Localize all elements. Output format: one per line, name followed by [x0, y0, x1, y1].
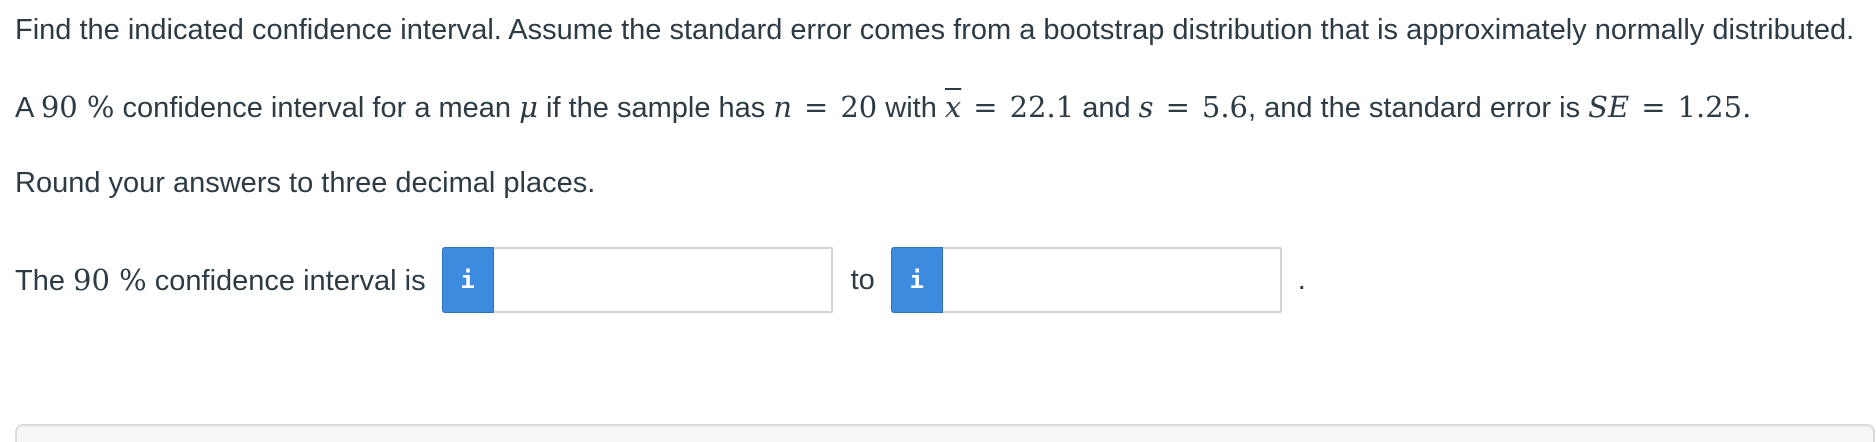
answer-prefix-text: The [15, 264, 74, 297]
answer-row: The 90 % confidence interval is i to i . [15, 247, 1865, 313]
answer-prefix: The 90 % confidence interval is [15, 263, 426, 298]
lower-bound-info-button[interactable]: i [441, 247, 494, 313]
answer-prefix-text: confidence interval is [146, 264, 426, 297]
upper-bound-input[interactable] [942, 247, 1282, 313]
statement-text: and [1074, 92, 1139, 124]
statement-text: with [877, 92, 945, 124]
bottom-panel [15, 424, 1875, 442]
question-intro: Find the indicated confidence interval. … [15, 14, 1855, 46]
se-value: 1.25 [1677, 90, 1743, 124]
info-icon: i [460, 266, 475, 294]
statement-text: A [15, 92, 41, 124]
equals-sign: = [973, 90, 998, 124]
confidence-level: 90 % [40, 90, 115, 124]
se-symbol: SE [1588, 90, 1630, 124]
upper-bound-info-button[interactable]: i [890, 247, 943, 313]
s-value: 5.6 [1201, 90, 1248, 124]
answer-confidence-level: 90 % [73, 262, 147, 297]
equals-sign: = [1165, 90, 1190, 124]
mu-symbol: μ [519, 90, 538, 124]
statement-text: , and the standard error is [1248, 92, 1589, 124]
lower-bound-input[interactable] [493, 247, 833, 313]
rounding-instruction: Round your answers to three decimal plac… [15, 167, 596, 199]
n-symbol: n [773, 90, 793, 124]
answer-end-period: . [1297, 263, 1306, 296]
xbar-value: 22.1 [1009, 90, 1075, 124]
to-label: to [850, 263, 875, 296]
question-statement: A 90 % confidence interval for a mean μ … [15, 85, 1865, 130]
n-value: 20 [840, 90, 878, 124]
info-icon: i [909, 266, 924, 294]
question-container: Find the indicated confidence interval. … [15, 8, 1865, 313]
s-symbol: s [1138, 90, 1154, 124]
statement-end: . [1742, 90, 1752, 124]
statement-text: confidence interval for a mean [114, 92, 520, 124]
statement-text: if the sample has [537, 92, 774, 124]
xbar-symbol: x [944, 90, 962, 124]
equals-sign: = [804, 90, 829, 124]
equals-sign: = [1641, 90, 1666, 124]
